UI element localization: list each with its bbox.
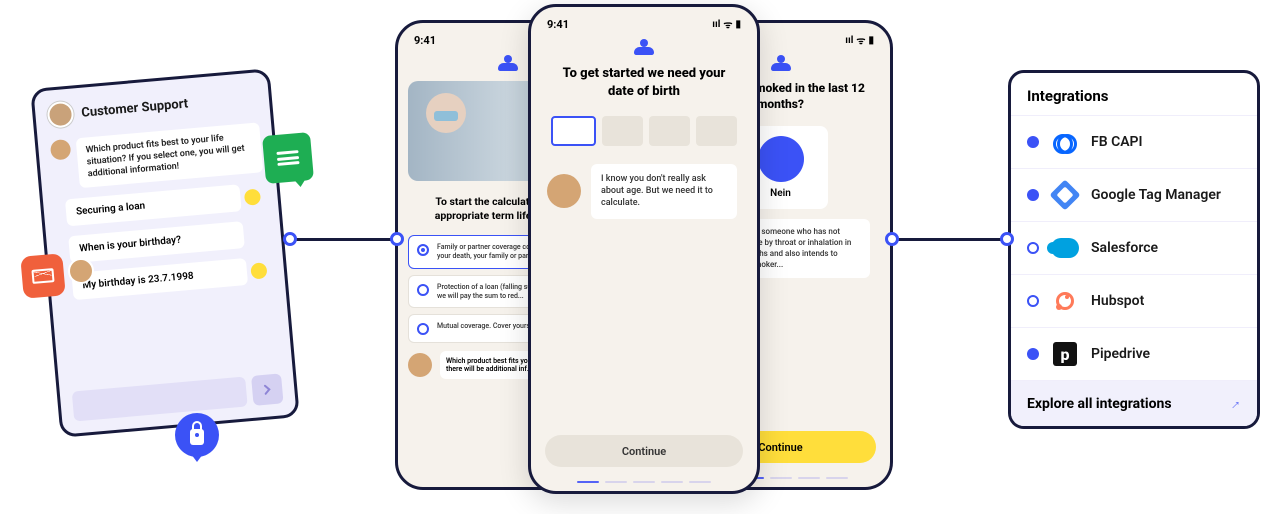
integrations-card: Integrations FB CAPI Google Tag Manager … — [1008, 70, 1260, 429]
radio-icon — [417, 284, 429, 296]
quick-reply[interactable]: When is your birthday? — [68, 222, 245, 264]
integration-item-fb-capi[interactable]: FB CAPI — [1011, 116, 1257, 169]
email-badge — [20, 253, 66, 299]
integration-label: FB CAPI — [1091, 134, 1143, 150]
app-logo — [541, 39, 747, 55]
integrations-title: Integrations — [1011, 73, 1257, 116]
chat-input[interactable] — [72, 376, 248, 421]
signal-icon: ııl — [845, 35, 853, 46]
dob-field-day[interactable] — [551, 116, 596, 146]
hubspot-icon — [1051, 287, 1079, 315]
integration-label: Google Tag Manager — [1091, 187, 1221, 203]
status-dot-icon — [1027, 295, 1039, 307]
battery-icon: ▮ — [735, 19, 741, 30]
continue-label: Continue — [758, 441, 802, 454]
quick-reply[interactable]: Securing a loan — [65, 185, 242, 227]
quick-reply-label: Securing a loan — [76, 201, 146, 218]
quick-reply-label: My birthday is 23.7.1998 — [82, 271, 194, 292]
helper-row: I know you don't really ask about age. B… — [541, 164, 747, 218]
status-dot-icon — [250, 262, 267, 279]
dob-field-month[interactable] — [602, 116, 643, 146]
status-time: 9:41 — [414, 34, 436, 47]
status-bar: 9:41 ııl ᯤ ▮ — [541, 15, 747, 37]
avatar — [46, 100, 74, 128]
battery-icon: ▮ — [868, 35, 874, 46]
chat-input-row — [72, 373, 284, 421]
choice-circle-icon — [758, 136, 804, 182]
dob-field-extra[interactable] — [696, 116, 737, 146]
connector-node — [283, 232, 297, 246]
chat-badge — [262, 132, 314, 184]
salesforce-icon — [1051, 234, 1079, 262]
integration-item-salesforce[interactable]: Salesforce — [1011, 222, 1257, 275]
logo-icon — [634, 39, 654, 55]
status-dot-icon — [1027, 242, 1039, 254]
dob-field-group — [541, 116, 747, 146]
send-button[interactable] — [251, 373, 284, 406]
message-bubble: Which product fits best to your life sit… — [76, 122, 264, 188]
privacy-badge — [175, 413, 219, 457]
avatar — [547, 174, 581, 208]
menu-icon — [276, 150, 299, 166]
quick-reply-label: When is your birthday? — [79, 235, 182, 255]
pipedrive-icon: p — [1051, 340, 1079, 368]
status-time: 9:41 — [547, 18, 569, 31]
status-dot-icon — [1027, 348, 1039, 360]
progress-indicator — [531, 481, 757, 484]
continue-button[interactable]: Continue — [545, 435, 743, 467]
lock-icon — [190, 429, 204, 445]
helper-bubble: I know you don't really ask about age. B… — [591, 164, 737, 218]
radio-icon — [417, 323, 429, 335]
integration-label: Salesforce — [1091, 240, 1158, 256]
envelope-icon — [31, 268, 54, 284]
integration-item-pipedrive[interactable]: p Pipedrive — [1011, 328, 1257, 381]
connector-node — [390, 232, 404, 246]
chat-header: Customer Support — [46, 84, 257, 128]
status-dot-icon — [1027, 136, 1039, 148]
chat-card: Customer Support Which product fits best… — [30, 68, 300, 438]
wifi-icon: ᯤ — [856, 33, 865, 47]
avatar — [408, 353, 432, 377]
status-dot-icon — [1027, 189, 1039, 201]
integration-label: Hubspot — [1091, 293, 1144, 309]
footer-label: Explore all integrations — [1027, 396, 1172, 412]
chat-title: Customer Support — [81, 96, 189, 120]
screen-heading: To get started we need your date of birt… — [541, 65, 747, 100]
avatar — [50, 139, 72, 161]
connector-node — [885, 232, 899, 246]
connector-node — [1000, 232, 1014, 246]
image-person — [426, 93, 466, 133]
gtm-icon — [1051, 181, 1079, 209]
integration-item-hubspot[interactable]: Hubspot — [1011, 275, 1257, 328]
status-dot-icon — [244, 188, 261, 205]
wifi-icon: ᯤ — [723, 17, 732, 31]
radio-icon — [417, 244, 429, 256]
integration-item-gtm[interactable]: Google Tag Manager — [1011, 169, 1257, 222]
quick-reply[interactable]: My birthday is 23.7.1998 — [71, 258, 248, 300]
continue-label: Continue — [622, 445, 666, 458]
signal-icon: ııl — [712, 19, 720, 30]
arrow-right-icon: → — [1223, 393, 1245, 415]
logo-icon — [771, 55, 791, 71]
chevron-right-icon — [261, 383, 274, 396]
explore-integrations-link[interactable]: Explore all integrations → — [1011, 381, 1257, 426]
integration-label: Pipedrive — [1091, 346, 1150, 362]
logo-icon — [498, 55, 518, 71]
meta-icon — [1051, 128, 1079, 156]
phone-screen-2: 9:41 ııl ᯤ ▮ To get started we need your… — [528, 4, 760, 494]
chat-message: Which product fits best to your life sit… — [50, 122, 264, 191]
dob-field-year[interactable] — [649, 116, 690, 146]
